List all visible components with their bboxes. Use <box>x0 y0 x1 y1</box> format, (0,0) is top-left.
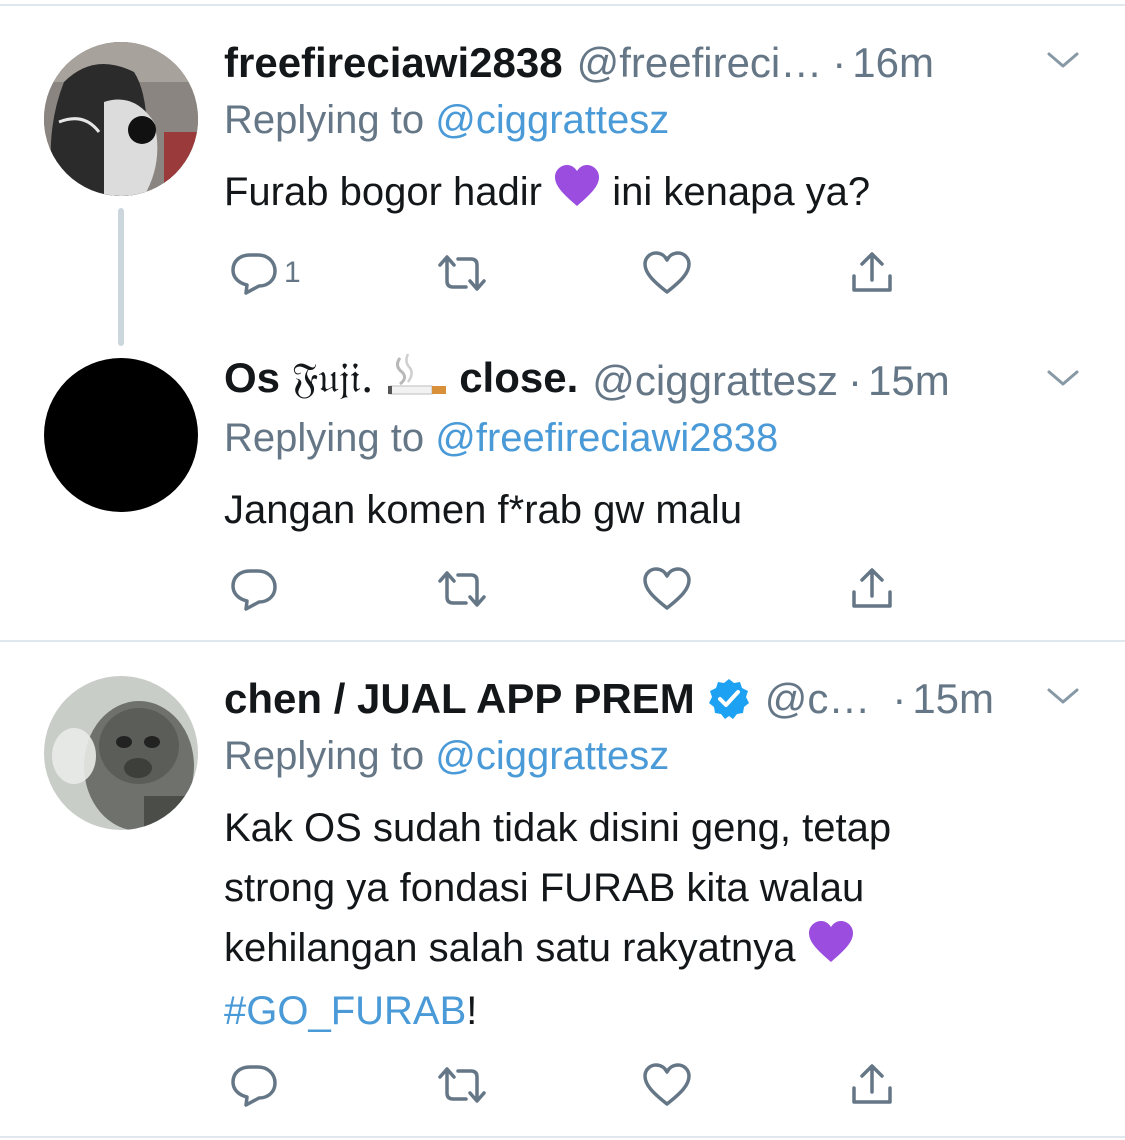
separator-dot: · <box>848 357 863 404</box>
tweet-line: strong ya fondasi FURAB kita walau <box>224 866 865 910</box>
retweet-icon <box>438 1067 486 1103</box>
tweet-text: Jangan komen f*rab gw malu <box>224 488 743 532</box>
like-button[interactable] <box>642 1060 692 1110</box>
separator-dot: · <box>832 39 847 86</box>
replying-prefix: Replying to <box>224 98 436 142</box>
verified-icon <box>707 677 751 721</box>
replying-prefix: Replying to <box>224 416 436 460</box>
timestamp[interactable]: 16m <box>852 39 934 87</box>
replying-to: Replying to @ciggrattesz <box>224 734 669 779</box>
reply-button[interactable]: 1 <box>230 248 301 298</box>
tweet-line: #GO_FURAB! <box>224 981 891 1041</box>
share-button[interactable] <box>848 248 896 298</box>
display-name-part: Os <box>224 354 292 402</box>
display-name[interactable]: freefireciawi2838 <box>224 39 563 87</box>
hashtag-link[interactable]: #GO_FURAB <box>224 989 466 1033</box>
reply-button[interactable] <box>230 1060 278 1110</box>
reply-icon <box>231 1065 277 1107</box>
chevron-down-icon[interactable] <box>1045 48 1081 78</box>
tweet-header: chen / JUAL APP PREM @c… · 15m <box>224 672 994 726</box>
reply-icon <box>231 569 277 611</box>
tweet-text-part: Furab bogor hadir <box>224 170 554 214</box>
thread-line <box>118 208 124 346</box>
user-handle[interactable]: @c… <box>765 675 871 723</box>
timestamp[interactable]: 15m <box>912 675 994 723</box>
share-icon <box>852 252 892 292</box>
user-handle[interactable]: @ciggrattesz <box>592 357 838 405</box>
display-name-part: 𝔉𝔲𝔧𝔦. <box>291 353 374 403</box>
display-name[interactable]: chen / JUAL APP PREM <box>224 675 695 723</box>
tweet-text: Kak OS sudah tidak disini geng, tetap st… <box>224 798 891 1041</box>
replying-mention[interactable]: @freefireciawi2838 <box>435 416 778 460</box>
retweet-icon <box>438 571 486 607</box>
replying-mention[interactable]: @ciggrattesz <box>435 734 669 778</box>
tweet-header: Os 𝔉𝔲𝔧𝔦. close. @ciggrattesz · 15m <box>224 352 950 410</box>
tweet-text: Furab bogor hadir ini kenapa ya? <box>224 162 870 225</box>
share-icon <box>852 1064 892 1104</box>
action-bar <box>224 564 924 614</box>
tweet-line: kehilangan salah satu rakyatnya <box>224 918 891 981</box>
separator-dot: · <box>892 675 907 722</box>
reply-count: 1 <box>284 256 301 289</box>
tweet-divider <box>0 640 1125 642</box>
tweet-text-part: ini kenapa ya? <box>601 170 871 214</box>
avatar[interactable] <box>44 42 198 196</box>
purple-heart-icon <box>553 164 601 225</box>
share-button[interactable] <box>848 564 896 614</box>
like-icon <box>643 251 691 294</box>
retweet-button[interactable] <box>436 1060 488 1110</box>
tweet-line-text: ! <box>466 988 478 1033</box>
display-name-part: close. <box>447 354 579 402</box>
timestamp[interactable]: 15m <box>868 357 950 405</box>
reply-icon <box>231 253 277 295</box>
tweet-line-text: kehilangan salah satu rakyatnya <box>224 926 807 970</box>
like-button[interactable] <box>642 564 692 614</box>
replying-prefix: Replying to <box>224 734 436 778</box>
avatar[interactable] <box>44 676 198 830</box>
top-divider <box>0 4 1125 6</box>
replying-to: Replying to @freefireciawi2838 <box>224 416 778 461</box>
replying-mention[interactable]: @ciggrattesz <box>435 98 669 142</box>
replying-to: Replying to @ciggrattesz <box>224 98 669 143</box>
display-name[interactable]: Os 𝔉𝔲𝔧𝔦. close. <box>224 352 578 410</box>
like-icon <box>643 1063 691 1106</box>
cigarette-icon <box>386 352 448 410</box>
tweet-line: Kak OS sudah tidak disini geng, tetap <box>224 806 892 850</box>
action-bar: 1 <box>224 248 924 298</box>
tweet-header: freefireciawi2838 @freefireci… · 16m <box>224 36 934 90</box>
retweet-button[interactable] <box>436 564 488 614</box>
share-icon <box>852 568 892 608</box>
share-button[interactable] <box>848 1060 896 1110</box>
avatar[interactable] <box>44 358 198 512</box>
bottom-divider <box>0 1136 1125 1138</box>
chevron-down-icon[interactable] <box>1045 366 1081 396</box>
chevron-down-icon[interactable] <box>1045 684 1081 714</box>
retweet-icon <box>438 255 486 291</box>
retweet-button[interactable] <box>436 248 488 298</box>
user-handle[interactable]: @freefireci… <box>577 39 823 87</box>
like-icon <box>643 567 691 610</box>
action-bar <box>224 1060 924 1110</box>
purple-heart-icon <box>807 920 855 981</box>
reply-button[interactable] <box>230 564 278 614</box>
like-button[interactable] <box>642 248 692 298</box>
